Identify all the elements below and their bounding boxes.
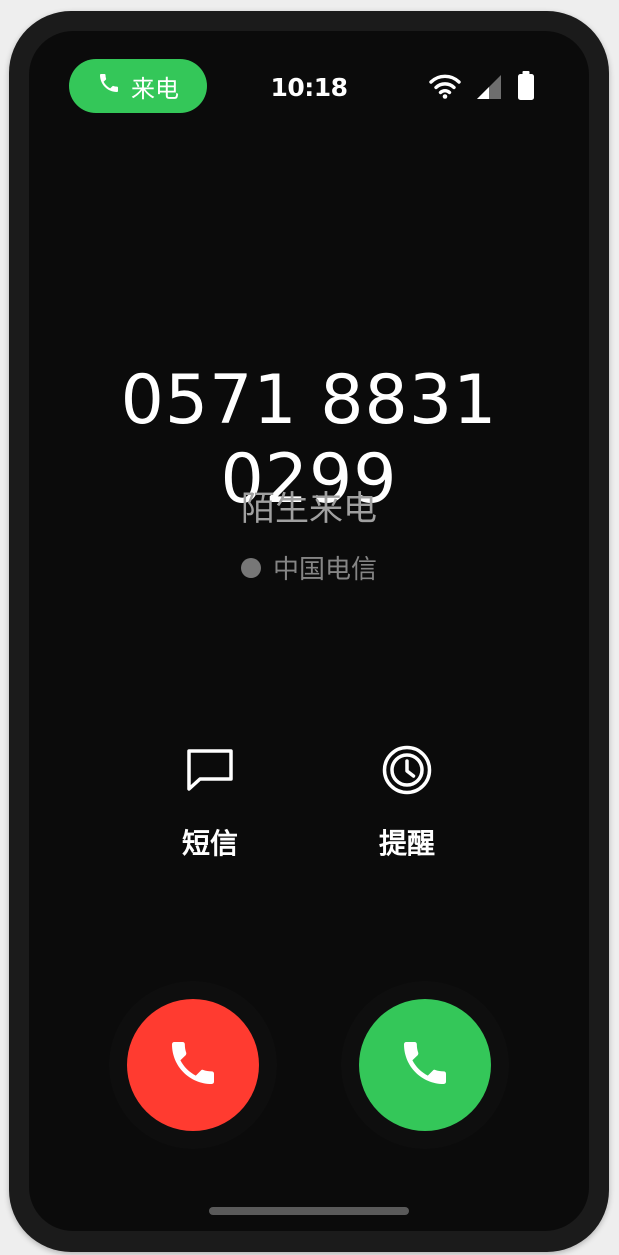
- decline-call-button[interactable]: [127, 999, 259, 1131]
- battery-icon: [517, 71, 535, 105]
- ongoing-call-pill[interactable]: 来电: [69, 59, 207, 113]
- carrier-name: 中国电信: [272, 555, 377, 585]
- status-icons: [429, 71, 535, 105]
- incoming-call-screen: 来电 10:18 0571 8831 0299 陌生来电 中国电信 短信 提醒: [29, 31, 589, 1231]
- phone-accept-icon: [397, 1035, 453, 1095]
- home-indicator[interactable]: [209, 1207, 409, 1215]
- wifi-icon: [429, 73, 461, 103]
- carrier-dot-icon: [240, 557, 261, 578]
- message-bubble-icon: [183, 743, 237, 804]
- phone-frame: 来电 10:18 0571 8831 0299 陌生来电 中国电信 短信 提醒: [9, 11, 609, 1252]
- accept-call-button[interactable]: [359, 999, 491, 1131]
- caller-label: 陌生来电: [241, 489, 377, 529]
- sms-label: 短信: [181, 827, 238, 860]
- sms-reply-button[interactable]: 短信: [150, 743, 270, 862]
- call-pill-label: 来电: [131, 74, 179, 103]
- status-time: 10:18: [270, 73, 348, 102]
- remind-me-button[interactable]: 提醒: [347, 743, 467, 862]
- carrier-info: 中国电信: [29, 549, 589, 586]
- remind-label: 提醒: [378, 827, 435, 860]
- cellular-signal-icon: [475, 72, 503, 104]
- phone-icon: [97, 71, 121, 101]
- clock-icon: [380, 743, 434, 804]
- phone-decline-icon: [165, 1035, 221, 1095]
